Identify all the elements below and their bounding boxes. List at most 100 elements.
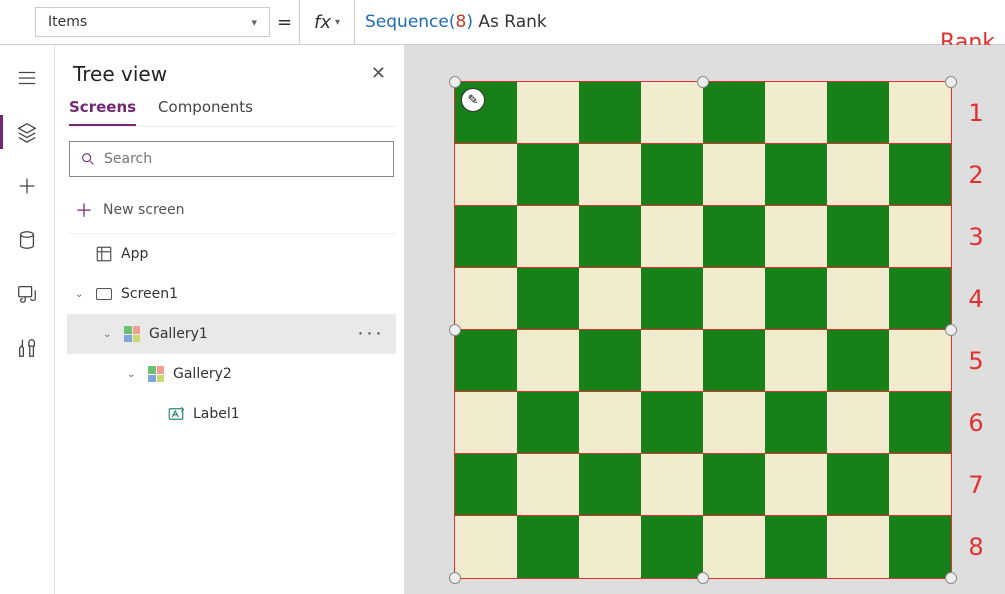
panel-tabs: Screens Components — [67, 94, 396, 127]
search-box[interactable] — [69, 141, 394, 177]
tree-view-panel: Tree view ✕ Screens Components ＋ New scr… — [55, 45, 405, 594]
app-icon — [95, 245, 113, 263]
tree-node-label: Gallery1 — [149, 326, 208, 342]
canvas[interactable]: ✎ 12345678 — [405, 45, 1005, 594]
property-dropdown[interactable]: Items ▾ — [35, 7, 270, 37]
board-cell — [827, 516, 889, 578]
board-cell — [765, 206, 827, 268]
board-row — [455, 206, 951, 268]
rank-number: 7 — [961, 454, 991, 516]
app-shell: Tree view ✕ Screens Components ＋ New scr… — [0, 45, 1005, 594]
board-cell — [703, 206, 765, 268]
chevron-down-icon: ▾ — [251, 16, 257, 29]
tree-node-gallery2[interactable]: ⌄ Gallery2 — [67, 354, 396, 394]
board-cell — [703, 516, 765, 578]
formula-input[interactable]: Sequence(8) As Rank — [355, 0, 1005, 44]
rank-number: 8 — [961, 516, 991, 578]
label-icon — [167, 405, 185, 423]
tree-node-label: Label1 — [193, 406, 240, 422]
panel-close-button[interactable]: ✕ — [367, 59, 390, 88]
formula-token-alias: Rank — [504, 12, 546, 32]
rail-data-button[interactable] — [0, 217, 55, 263]
tree: App ⌄ Screen1 ⌄ Gallery1 ･･･ ⌄ — [67, 234, 396, 434]
board-cell — [579, 454, 641, 516]
rail-media-button[interactable] — [0, 271, 55, 317]
resize-handle-tr[interactable] — [945, 76, 957, 88]
tree-node-label: Gallery2 — [173, 366, 232, 382]
board-cell — [517, 330, 579, 392]
formula-bar: Items ▾ = fx ▾ Sequence(8) As Rank — [0, 0, 1005, 45]
media-icon — [16, 283, 38, 305]
formula-token-fn: Sequence — [365, 12, 449, 32]
resize-handle-br[interactable] — [945, 572, 957, 584]
resize-handle-bl[interactable] — [449, 572, 461, 584]
formula-token-arg: 8 — [456, 12, 467, 32]
tools-icon — [16, 337, 38, 359]
board-cell — [579, 206, 641, 268]
board-cell — [765, 516, 827, 578]
tree-node-label: Screen1 — [121, 286, 178, 302]
board-cell — [765, 144, 827, 206]
fx-dropdown[interactable]: fx ▾ — [300, 0, 355, 44]
board-cell — [827, 268, 889, 330]
board-cell — [641, 206, 703, 268]
rail-insert-button[interactable] — [0, 163, 55, 209]
search-input[interactable] — [104, 151, 383, 167]
board-cell — [827, 454, 889, 516]
screen-icon — [95, 285, 113, 303]
rail-hamburger-button[interactable] — [0, 55, 55, 101]
chevron-down-icon: ⌄ — [103, 329, 115, 340]
rail-tools-button[interactable] — [0, 325, 55, 371]
new-screen-button[interactable]: ＋ New screen — [67, 187, 396, 234]
board-cell — [455, 516, 517, 578]
chevron-down-icon: ⌄ — [127, 369, 139, 380]
resize-handle-ml[interactable] — [449, 324, 461, 336]
board-cell — [517, 144, 579, 206]
rail-tree-view-button[interactable] — [0, 109, 55, 155]
property-dropdown-value: Items — [48, 14, 87, 30]
board-cell — [517, 206, 579, 268]
board-row — [455, 268, 951, 330]
pencil-icon: ✎ — [468, 93, 479, 108]
rank-number: 6 — [961, 392, 991, 454]
board-cell — [455, 144, 517, 206]
tab-components[interactable]: Components — [158, 98, 253, 126]
board-cell — [517, 392, 579, 454]
gallery1-frame[interactable]: ✎ — [455, 82, 951, 578]
board-cell — [579, 392, 641, 454]
board-cell — [455, 268, 517, 330]
edit-template-button[interactable]: ✎ — [461, 88, 485, 112]
left-rail — [0, 45, 55, 594]
chevron-down-icon: ⌄ — [75, 289, 87, 300]
board-cell — [641, 144, 703, 206]
board-cell — [765, 268, 827, 330]
resize-handle-tm[interactable] — [697, 76, 709, 88]
board-cell — [641, 392, 703, 454]
board-cell — [517, 516, 579, 578]
database-icon — [16, 229, 38, 251]
tree-node-label: App — [121, 246, 148, 262]
tree-node-label1[interactable]: Label1 — [67, 394, 396, 434]
tree-node-gallery1[interactable]: ⌄ Gallery1 ･･･ — [67, 314, 396, 354]
board-cell — [703, 268, 765, 330]
board-row — [455, 454, 951, 516]
checkerboard — [455, 82, 951, 578]
more-button[interactable]: ･･･ — [353, 322, 388, 346]
tab-screens[interactable]: Screens — [69, 98, 136, 126]
board-cell — [703, 82, 765, 144]
rank-number: 1 — [961, 82, 991, 144]
tree-node-app[interactable]: App — [67, 234, 396, 274]
gallery-icon — [123, 325, 141, 343]
resize-handle-bm[interactable] — [697, 572, 709, 584]
board-cell — [641, 82, 703, 144]
rank-number: 2 — [961, 144, 991, 206]
board-cell — [889, 82, 951, 144]
board-cell — [765, 82, 827, 144]
resize-handle-tl[interactable] — [449, 76, 461, 88]
board-row — [455, 330, 951, 392]
board-cell — [579, 330, 641, 392]
board-cell — [579, 82, 641, 144]
board-row — [455, 392, 951, 454]
resize-handle-mr[interactable] — [945, 324, 957, 336]
tree-node-screen1[interactable]: ⌄ Screen1 — [67, 274, 396, 314]
